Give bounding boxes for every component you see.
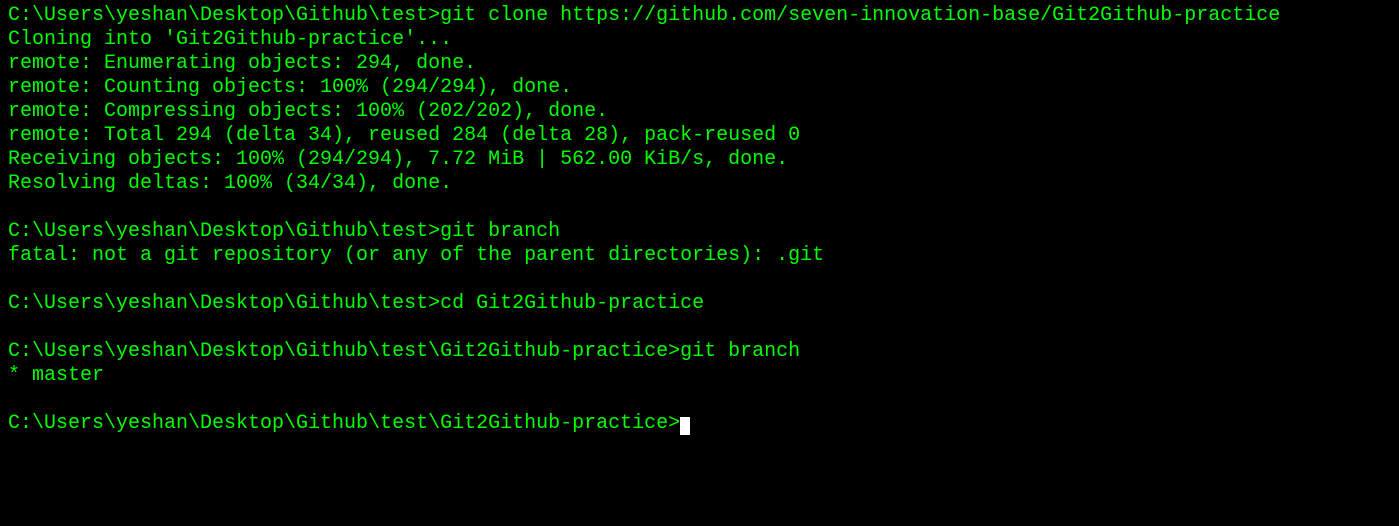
terminal-line: remote: Compressing objects: 100% (202/2… — [8, 100, 1391, 124]
terminal-line — [8, 316, 1391, 340]
output-text: * master — [8, 364, 104, 387]
terminal-line: fatal: not a git repository (or any of t… — [8, 244, 1391, 268]
terminal-line: C:\Users\yeshan\Desktop\Github\test>cd G… — [8, 292, 1391, 316]
terminal-line: remote: Enumerating objects: 294, done. — [8, 52, 1391, 76]
output-text: remote: Compressing objects: 100% (202/2… — [8, 100, 608, 123]
prompt: C:\Users\yeshan\Desktop\Github\test\Git2… — [8, 412, 680, 435]
terminal-line — [8, 196, 1391, 220]
command-text: git clone https://github.com/seven-innov… — [440, 4, 1280, 27]
terminal-line: C:\Users\yeshan\Desktop\Github\test>git … — [8, 220, 1391, 244]
prompt: C:\Users\yeshan\Desktop\Github\test> — [8, 220, 440, 243]
terminal-line: Resolving deltas: 100% (34/34), done. — [8, 172, 1391, 196]
prompt: C:\Users\yeshan\Desktop\Github\test\Git2… — [8, 340, 680, 363]
output-text: Receiving objects: 100% (294/294), 7.72 … — [8, 148, 788, 171]
output-text: remote: Enumerating objects: 294, done. — [8, 52, 476, 75]
command-text: git branch — [680, 340, 800, 363]
terminal-line — [8, 388, 1391, 412]
terminal-line: * master — [8, 364, 1391, 388]
output-text: Resolving deltas: 100% (34/34), done. — [8, 172, 452, 195]
prompt: C:\Users\yeshan\Desktop\Github\test> — [8, 292, 440, 315]
terminal-line: Receiving objects: 100% (294/294), 7.72 … — [8, 148, 1391, 172]
terminal-line: C:\Users\yeshan\Desktop\Github\test>git … — [8, 4, 1391, 28]
terminal-window[interactable]: C:\Users\yeshan\Desktop\Github\test>git … — [0, 0, 1399, 440]
cursor — [680, 417, 690, 435]
terminal-line: remote: Total 294 (delta 34), reused 284… — [8, 124, 1391, 148]
output-text: remote: Counting objects: 100% (294/294)… — [8, 76, 572, 99]
command-text: git branch — [440, 220, 560, 243]
terminal-line: remote: Counting objects: 100% (294/294)… — [8, 76, 1391, 100]
output-text: remote: Total 294 (delta 34), reused 284… — [8, 124, 800, 147]
command-text: cd Git2Github-practice — [440, 292, 704, 315]
output-text: Cloning into 'Git2Github-practice'... — [8, 28, 452, 51]
prompt: C:\Users\yeshan\Desktop\Github\test> — [8, 4, 440, 27]
terminal-line: C:\Users\yeshan\Desktop\Github\test\Git2… — [8, 412, 1391, 436]
terminal-line: C:\Users\yeshan\Desktop\Github\test\Git2… — [8, 340, 1391, 364]
output-text: fatal: not a git repository (or any of t… — [8, 244, 824, 267]
terminal-line: Cloning into 'Git2Github-practice'... — [8, 28, 1391, 52]
terminal-line — [8, 268, 1391, 292]
